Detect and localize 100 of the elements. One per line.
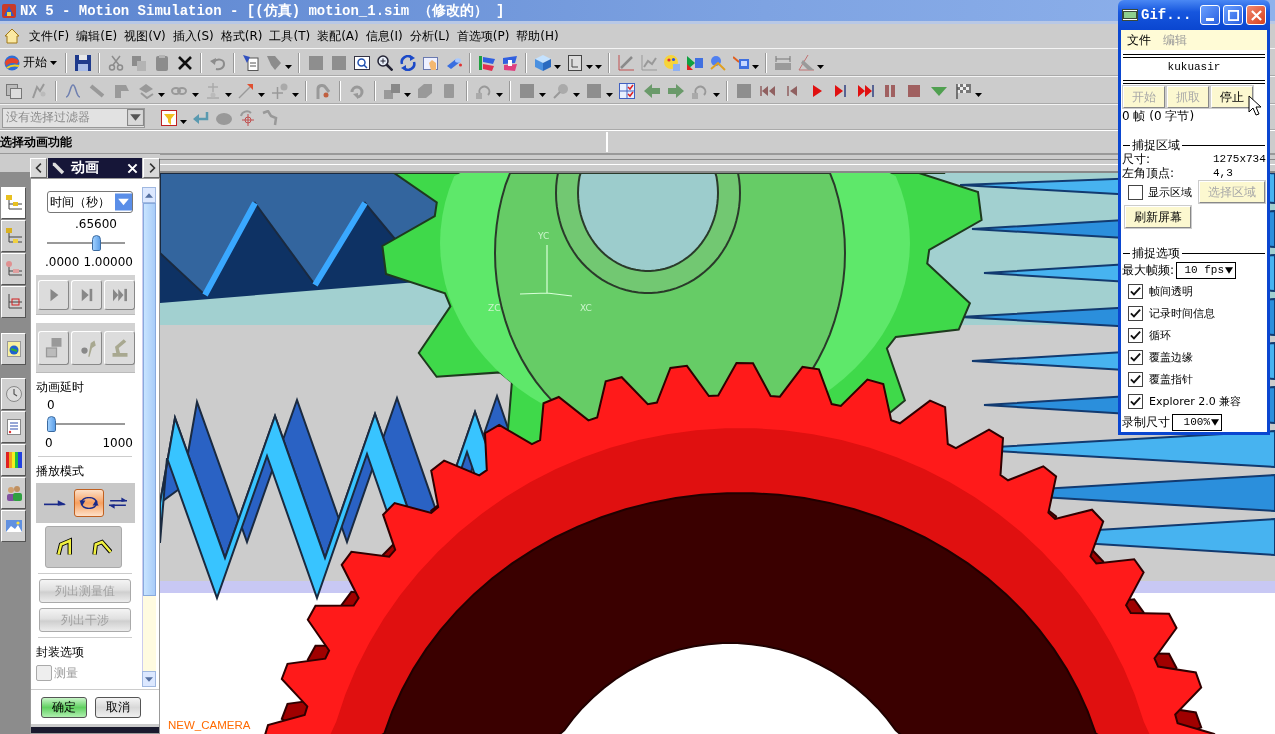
scroll-right-button[interactable]	[143, 158, 160, 178]
caret-icon[interactable]	[975, 92, 983, 97]
zoom-icon[interactable]	[376, 54, 393, 71]
menu-item[interactable]: 格式(R)	[219, 27, 264, 45]
checkbox[interactable]	[1128, 393, 1143, 409]
checkbox[interactable]	[1128, 371, 1143, 387]
stop-icon[interactable]	[906, 82, 923, 99]
back-arrow-icon[interactable]	[643, 82, 660, 99]
caret-icon[interactable]	[606, 92, 614, 97]
resource-tab[interactable]	[1, 378, 26, 410]
slider-thumb[interactable]	[92, 235, 102, 251]
delete-icon[interactable]	[176, 54, 193, 71]
menu-item[interactable]: 工具(T)	[268, 27, 312, 45]
play-document-icon[interactable]	[686, 54, 703, 71]
menu-item[interactable]: 视图(V)	[123, 27, 167, 45]
square-icon[interactable]	[307, 54, 324, 71]
fast-forward-icon[interactable]	[857, 82, 874, 99]
function-icon[interactable]	[64, 82, 81, 99]
caret-icon[interactable]	[496, 92, 503, 97]
caret-icon[interactable]	[817, 64, 824, 69]
checkbox[interactable]	[1128, 305, 1143, 321]
palette-icon[interactable]	[663, 54, 680, 71]
maximize-button[interactable]	[1223, 5, 1243, 25]
resource-tab[interactable]	[1, 220, 26, 252]
record-size-dropdown[interactable]: 100%	[1172, 413, 1222, 431]
square-icon[interactable]	[735, 82, 752, 99]
caret-icon[interactable]	[291, 92, 299, 97]
hook-icon[interactable]	[314, 82, 331, 99]
menu-item[interactable]: 插入(S)	[171, 27, 215, 45]
menu-item[interactable]: 文件(F)	[28, 27, 71, 45]
graph-icon[interactable]	[617, 54, 634, 71]
scroll-up-button[interactable]	[142, 187, 156, 203]
sheet-icon[interactable]	[566, 54, 583, 71]
step-forward-button[interactable]	[71, 279, 102, 310]
mechanism-icon[interactable]	[478, 54, 495, 71]
ok-button[interactable]: 确定	[41, 696, 87, 718]
resource-tab[interactable]	[1, 286, 26, 318]
minimize-button[interactable]	[1200, 5, 1220, 25]
refresh-screen-button[interactable]: 刷新屏幕	[1125, 206, 1191, 228]
tool-button[interactable]	[71, 330, 102, 365]
return-arrow-icon[interactable]	[192, 109, 209, 126]
checkbox[interactable]	[1128, 184, 1143, 200]
forward-arrow-icon[interactable]	[668, 82, 685, 99]
play-button[interactable]	[38, 279, 69, 310]
caret-icon[interactable]	[403, 92, 411, 97]
hand-icon[interactable]	[422, 54, 439, 71]
document-icon[interactable]	[242, 54, 259, 71]
zoom-window-icon[interactable]	[353, 54, 370, 71]
menu-item[interactable]: 分析(L)	[408, 27, 451, 45]
checklist-icon[interactable]	[619, 82, 636, 99]
slider-thumb[interactable]	[47, 416, 56, 432]
resource-tab[interactable]	[1, 411, 26, 443]
resource-tab[interactable]	[1, 444, 26, 476]
caret-icon[interactable]	[285, 64, 292, 69]
resource-tab[interactable]	[1, 187, 26, 219]
square-icon[interactable]	[330, 54, 347, 71]
time-unit-dropdown[interactable]: 时间（秒）	[47, 191, 133, 213]
caret-icon[interactable]	[191, 92, 199, 97]
layers-icon[interactable]	[6, 82, 23, 99]
menu-item[interactable]: 帮助(H)	[515, 27, 560, 45]
cube-icon[interactable]	[534, 54, 551, 71]
max-fps-dropdown[interactable]: 10 fps	[1176, 261, 1237, 279]
rotate-point-icon[interactable]	[238, 109, 255, 126]
caret-icon[interactable]	[539, 92, 547, 97]
scrollbar-thumb[interactable]	[143, 203, 156, 597]
close-icon[interactable]	[127, 162, 138, 174]
caret-icon[interactable]	[225, 92, 232, 97]
menu-item[interactable]: 编辑(E)	[75, 27, 119, 45]
checkbox[interactable]	[1128, 283, 1143, 299]
caret-icon[interactable]	[180, 119, 187, 124]
resource-tab[interactable]	[1, 510, 26, 542]
menu-item[interactable]: 文件	[1127, 31, 1151, 49]
filter-icon[interactable]	[160, 109, 177, 126]
gear-link-icon[interactable]	[709, 54, 726, 71]
start-button[interactable]: 开始	[2, 51, 61, 74]
caret-icon[interactable]	[554, 64, 561, 69]
caret-icon[interactable]	[50, 60, 57, 65]
fast-forward-button[interactable]	[104, 279, 135, 310]
house-icon[interactable]	[4, 28, 20, 44]
copy-icon[interactable]	[130, 54, 147, 71]
scissors-icon[interactable]	[107, 54, 124, 71]
caret-icon[interactable]	[712, 92, 720, 97]
caret-icon[interactable]	[752, 64, 759, 69]
recorder-button[interactable]: 停止	[1211, 86, 1253, 108]
caret-icon[interactable]	[158, 92, 166, 97]
close-button[interactable]	[1246, 5, 1266, 25]
menu-item[interactable]: 信息(I)	[364, 27, 404, 45]
checkbox[interactable]	[1128, 327, 1143, 343]
menu-item[interactable]: 首选项(P)	[455, 27, 511, 45]
cancel-button[interactable]: 取消	[95, 696, 141, 718]
paste-icon[interactable]	[153, 54, 170, 71]
caret-icon[interactable]	[572, 92, 580, 97]
playback-mode-button[interactable]	[74, 489, 104, 517]
checkered-flag-icon[interactable]	[955, 82, 972, 99]
tool-button[interactable]	[38, 330, 69, 365]
caret-icon[interactable]	[258, 92, 266, 97]
save-icon[interactable]	[74, 54, 91, 71]
scroll-down-button[interactable]	[142, 671, 156, 687]
scroll-left-button[interactable]	[30, 158, 47, 178]
menu-item[interactable]: 装配(A)	[316, 27, 360, 45]
